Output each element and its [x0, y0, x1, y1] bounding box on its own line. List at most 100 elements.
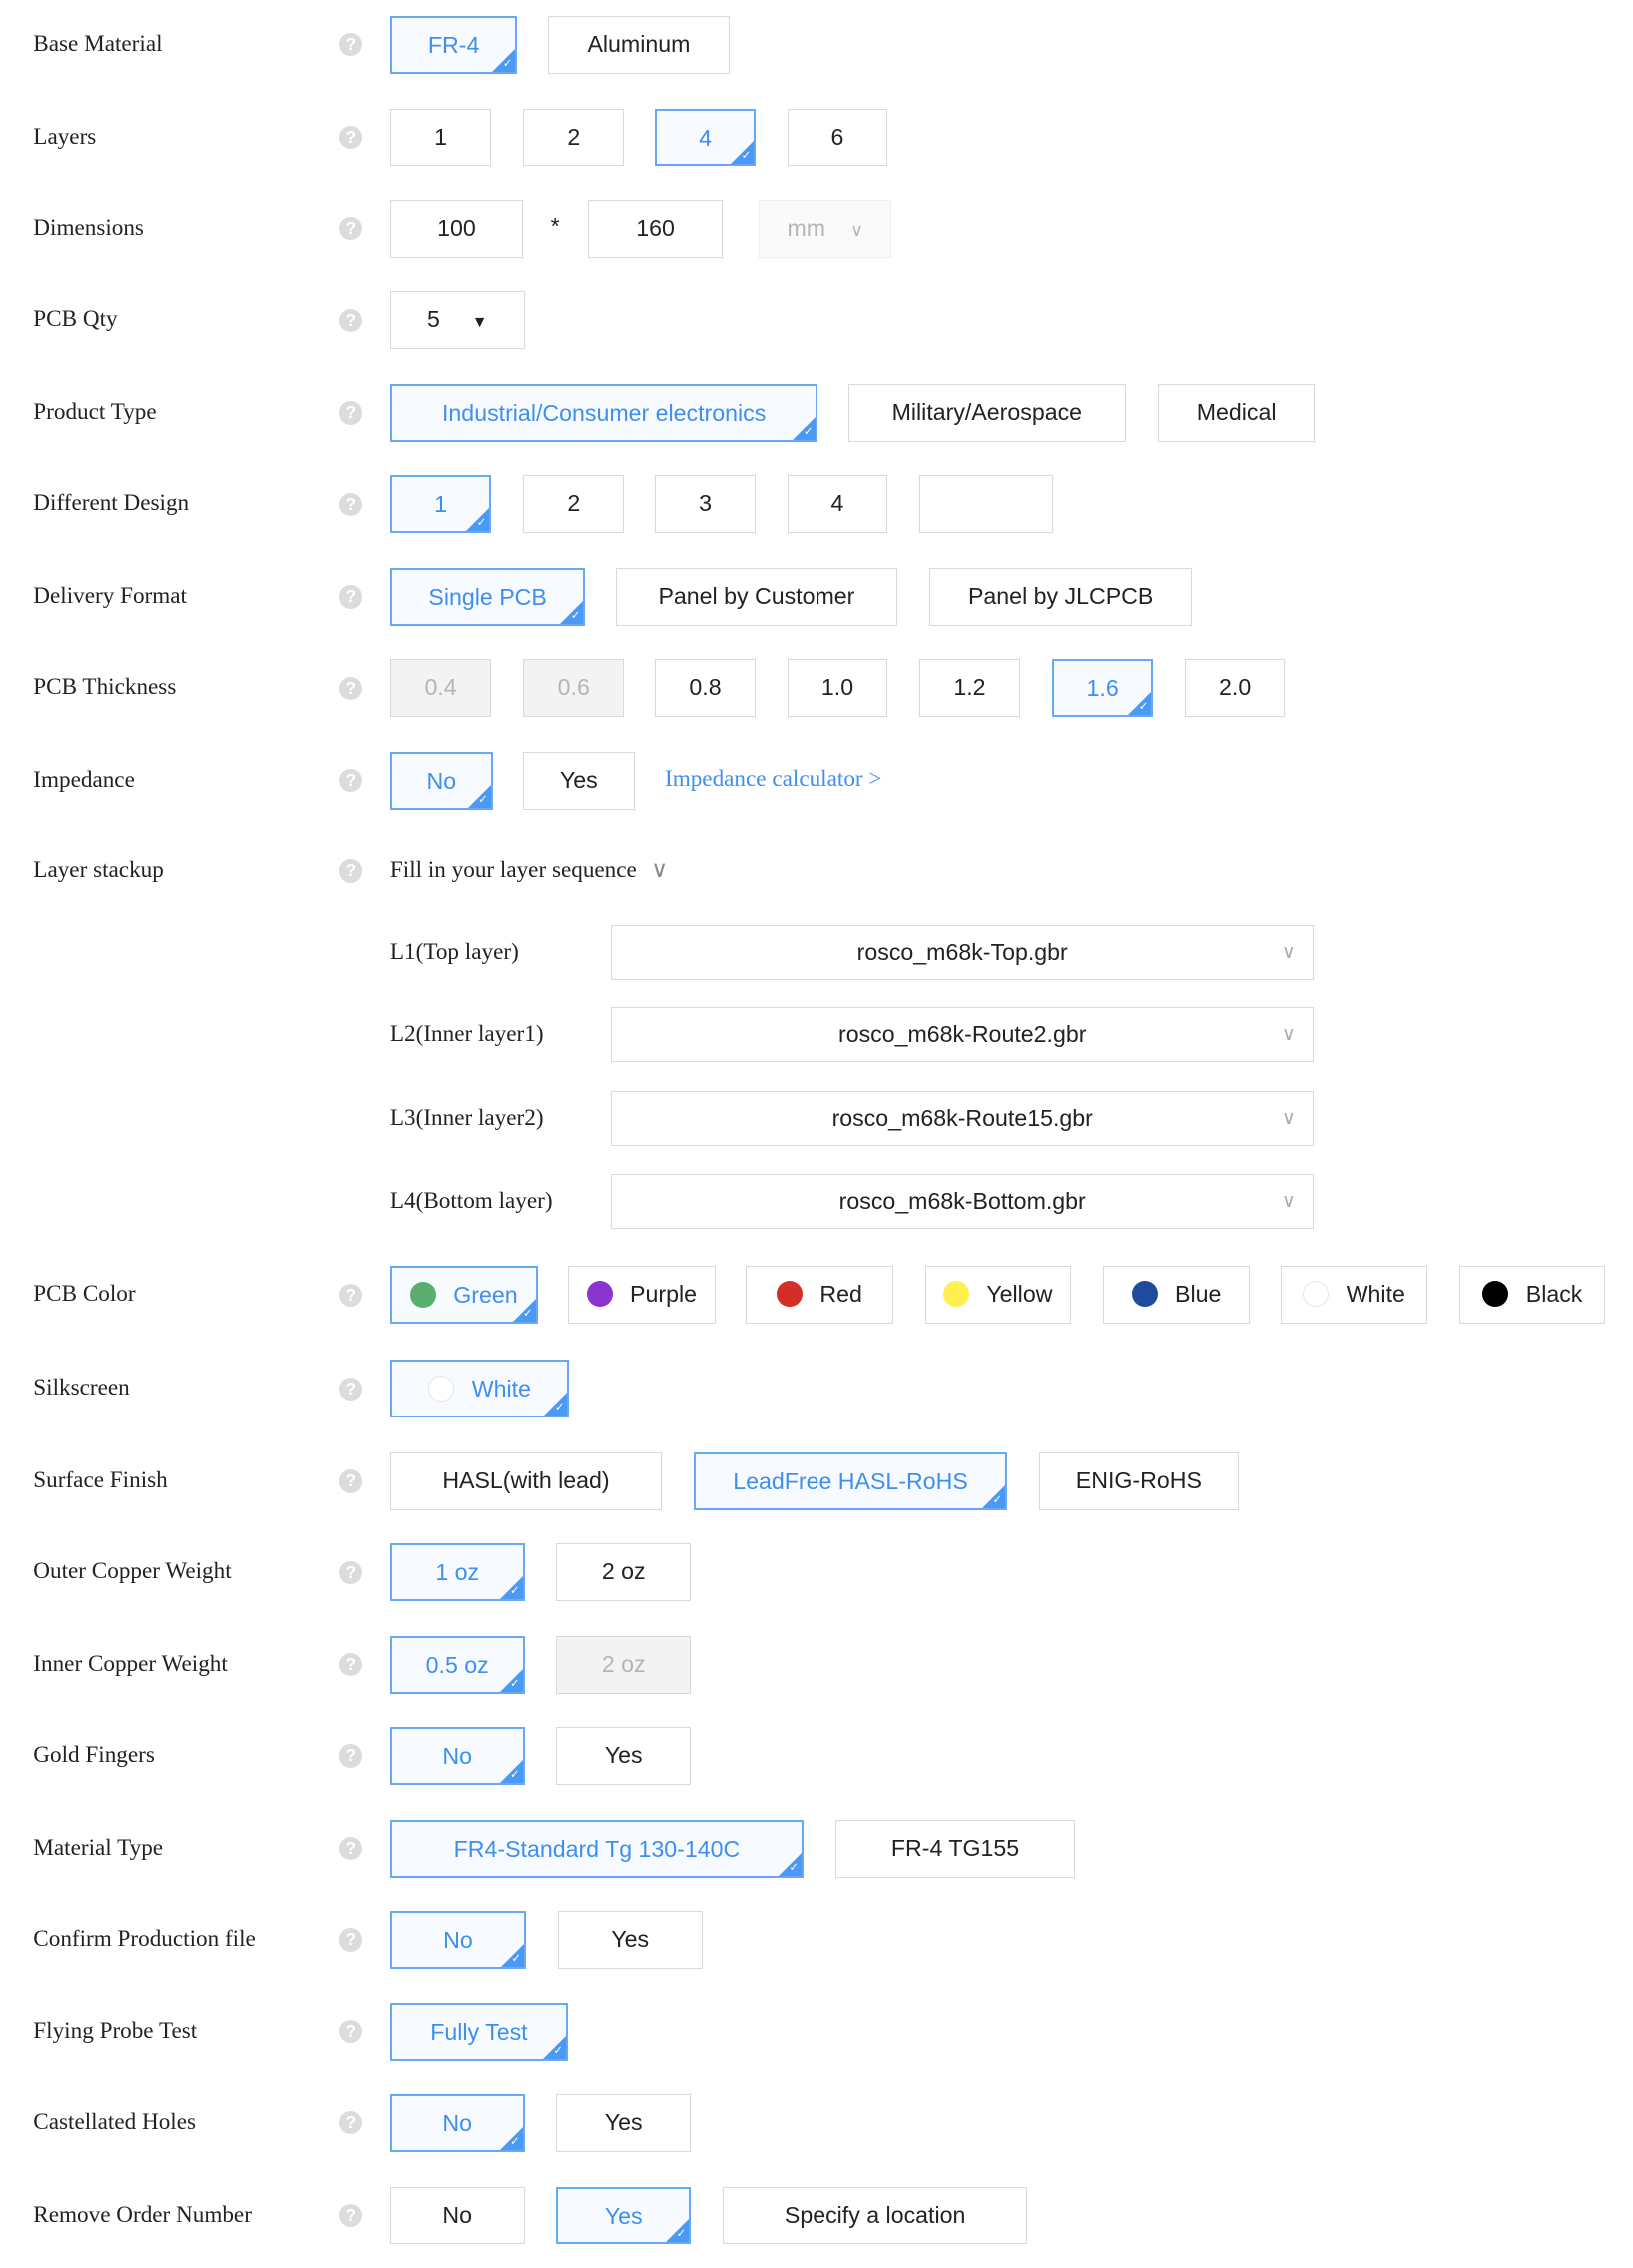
help-icon[interactable]: ?	[339, 676, 363, 700]
field-label: Confirm Production file	[33, 1925, 256, 1952]
pcb-qty-select[interactable]: 5 ▼	[389, 291, 525, 350]
option-different-design-empty[interactable]	[918, 475, 1054, 534]
layer-file-value: rosco_m68k-Route2.gbr	[838, 1021, 1087, 1048]
option-impedance-yes[interactable]: Yes	[523, 751, 635, 810]
help-icon[interactable]: ?	[339, 1283, 363, 1307]
option-pcb-thickness-1-6[interactable]: 1.6 ✓	[1051, 659, 1154, 718]
option-pcb-thickness-2-0[interactable]: 2.0	[1185, 659, 1286, 718]
help-icon[interactable]: ?	[339, 2203, 363, 2228]
check-icon: ✓	[676, 2228, 687, 2241]
option-different-design-3[interactable]: 3	[654, 475, 757, 534]
option-pcb-color-green[interactable]: Green ✓	[389, 1266, 538, 1325]
field-label: Castellated Holes	[33, 2108, 196, 2135]
option-label: White	[1346, 1281, 1405, 1308]
option-product-type-medical[interactable]: Medical	[1157, 384, 1316, 443]
help-icon[interactable]: ?	[339, 1560, 363, 1584]
check-icon: ✓	[554, 1402, 565, 1415]
option-pcb-thickness-1-2[interactable]: 1.2	[918, 659, 1021, 718]
option-surface-finish-hasl-with-lead[interactable]: HASL(with lead)	[389, 1452, 663, 1510]
help-icon[interactable]: ?	[339, 1744, 363, 1768]
option-label: Yes	[604, 2202, 643, 2229]
option-outer-copper-weight-1-oz[interactable]: 1 oz ✓	[389, 1543, 525, 1602]
help-icon[interactable]: ?	[339, 1653, 363, 1677]
layer-file-select[interactable]: rosco_m68k-Bottom.gbr ∨	[611, 1173, 1315, 1229]
option-surface-finish-enig-rohs[interactable]: ENIG-RoHS	[1038, 1452, 1239, 1510]
help-icon[interactable]: ?	[339, 492, 363, 516]
impedance-calculator-link[interactable]: Impedance calculator >	[665, 752, 882, 807]
width-input[interactable]: 100	[389, 199, 524, 258]
option-product-type-industrial-consumer-electronics[interactable]: Industrial/Consumer electronics ✓	[389, 384, 818, 443]
option-pcb-color-black[interactable]: Black	[1459, 1266, 1606, 1325]
option-gold-fingers-yes[interactable]: Yes	[556, 1727, 692, 1786]
option-remove-order-number-yes[interactable]: Yes ✓	[556, 2186, 692, 2245]
help-icon[interactable]: ?	[339, 125, 363, 150]
form-row-l2-inner-layer1: L2(Inner layer1) rosco_m68k-Route2.gbr ∨	[0, 1007, 1633, 1065]
option-surface-finish-leadfree-hasl-rohs[interactable]: LeadFree HASL-RoHS ✓	[693, 1452, 1008, 1510]
help-icon[interactable]: ?	[339, 1928, 363, 1952]
option-label: No	[442, 1743, 473, 1770]
help-icon[interactable]: ?	[339, 217, 363, 241]
unit-select[interactable]: mm ∨	[759, 199, 892, 258]
help-icon[interactable]: ?	[339, 2111, 363, 2135]
option-delivery-format-panel-by-customer[interactable]: Panel by Customer	[615, 567, 898, 626]
help-icon[interactable]: ?	[339, 33, 363, 57]
white-color-swatch-icon	[428, 1375, 455, 1402]
option-flying-probe-test-fully-test[interactable]: Fully Test ✓	[389, 2002, 568, 2061]
option-label: 4	[699, 124, 712, 151]
form-row-base-material: Base Material? FR-4 ✓ Aluminum	[0, 15, 1633, 74]
option-castellated-holes-no[interactable]: No ✓	[389, 2093, 525, 2152]
caret-down-icon: ▼	[471, 314, 488, 332]
layer-file-select[interactable]: rosco_m68k-Route2.gbr ∨	[611, 1007, 1315, 1063]
layer-sequence-toggle[interactable]: Fill in your layer sequence ∨	[390, 843, 668, 900]
option-confirm-production-file-yes[interactable]: Yes	[557, 1910, 703, 1969]
help-icon[interactable]: ?	[339, 1837, 363, 1861]
height-input[interactable]: 160	[588, 199, 723, 258]
option-material-type-fr-4-tg155[interactable]: FR-4 TG155	[834, 1819, 1076, 1878]
option-remove-order-number-no[interactable]: No	[389, 2186, 525, 2245]
option-delivery-format-panel-by-jlcpcb[interactable]: Panel by JLCPCB	[928, 567, 1193, 626]
option-layers-2[interactable]: 2	[523, 108, 625, 167]
option-remove-order-number-specify-a-location[interactable]: Specify a location	[722, 2186, 1028, 2245]
layer-file-select[interactable]: rosco_m68k-Route15.gbr ∨	[611, 1091, 1315, 1147]
option-material-type-fr4-standard-tg-130-140c[interactable]: FR4-Standard Tg 130-140C ✓	[389, 1819, 804, 1878]
help-icon[interactable]: ?	[339, 585, 363, 609]
option-silkscreen-white[interactable]: White ✓	[389, 1360, 570, 1418]
option-pcb-color-purple[interactable]: Purple	[567, 1266, 716, 1325]
option-different-design-4[interactable]: 4	[788, 475, 887, 534]
option-pcb-color-red[interactable]: Red	[746, 1266, 893, 1325]
option-base-material-aluminum[interactable]: Aluminum	[547, 15, 731, 74]
option-pcb-color-white[interactable]: White	[1280, 1266, 1428, 1325]
option-layers-1[interactable]: 1	[389, 108, 492, 167]
help-icon[interactable]: ?	[339, 859, 363, 883]
field-label: Surface Finish	[33, 1467, 168, 1494]
form-row-material-type: Material Type? FR4-Standard Tg 130-140C ✓ F…	[0, 1819, 1633, 1878]
option-inner-copper-weight-0-5-oz[interactable]: 0.5 oz ✓	[389, 1635, 525, 1694]
check-icon: ✓	[509, 1677, 520, 1690]
help-icon[interactable]: ?	[339, 1377, 363, 1401]
option-base-material-fr-4[interactable]: FR-4 ✓	[389, 15, 518, 74]
help-icon[interactable]: ?	[339, 2020, 363, 2044]
option-pcb-thickness-1-0[interactable]: 1.0	[788, 659, 887, 718]
layer-file-value: rosco_m68k-Bottom.gbr	[838, 1187, 1086, 1214]
option-pcb-thickness-0-8[interactable]: 0.8	[654, 659, 757, 718]
help-icon[interactable]: ?	[339, 1469, 363, 1493]
option-different-design-2[interactable]: 2	[523, 475, 625, 534]
option-product-type-military-aerospace[interactable]: Military/Aerospace	[847, 384, 1126, 443]
option-layers-6[interactable]: 6	[788, 108, 887, 167]
option-pcb-color-blue[interactable]: Blue	[1102, 1266, 1251, 1325]
help-icon[interactable]: ?	[339, 401, 363, 425]
option-different-design-1[interactable]: 1 ✓	[389, 475, 492, 534]
option-confirm-production-file-no[interactable]: No ✓	[389, 1910, 526, 1969]
option-layers-4[interactable]: 4 ✓	[654, 108, 757, 167]
option-pcb-color-yellow[interactable]: Yellow	[924, 1266, 1071, 1325]
option-outer-copper-weight-2-oz[interactable]: 2 oz	[556, 1543, 692, 1602]
check-icon: ✓	[570, 609, 581, 622]
help-icon[interactable]: ?	[339, 769, 363, 793]
help-icon[interactable]: ?	[339, 308, 363, 332]
option-impedance-no[interactable]: No ✓	[389, 751, 493, 810]
option-gold-fingers-no[interactable]: No ✓	[389, 1727, 525, 1786]
option-castellated-holes-yes[interactable]: Yes	[556, 2093, 692, 2152]
option-delivery-format-single-pcb[interactable]: Single PCB ✓	[389, 567, 586, 626]
layer-file-select[interactable]: rosco_m68k-Top.gbr ∨	[611, 924, 1315, 980]
check-icon: ✓	[509, 1769, 520, 1781]
